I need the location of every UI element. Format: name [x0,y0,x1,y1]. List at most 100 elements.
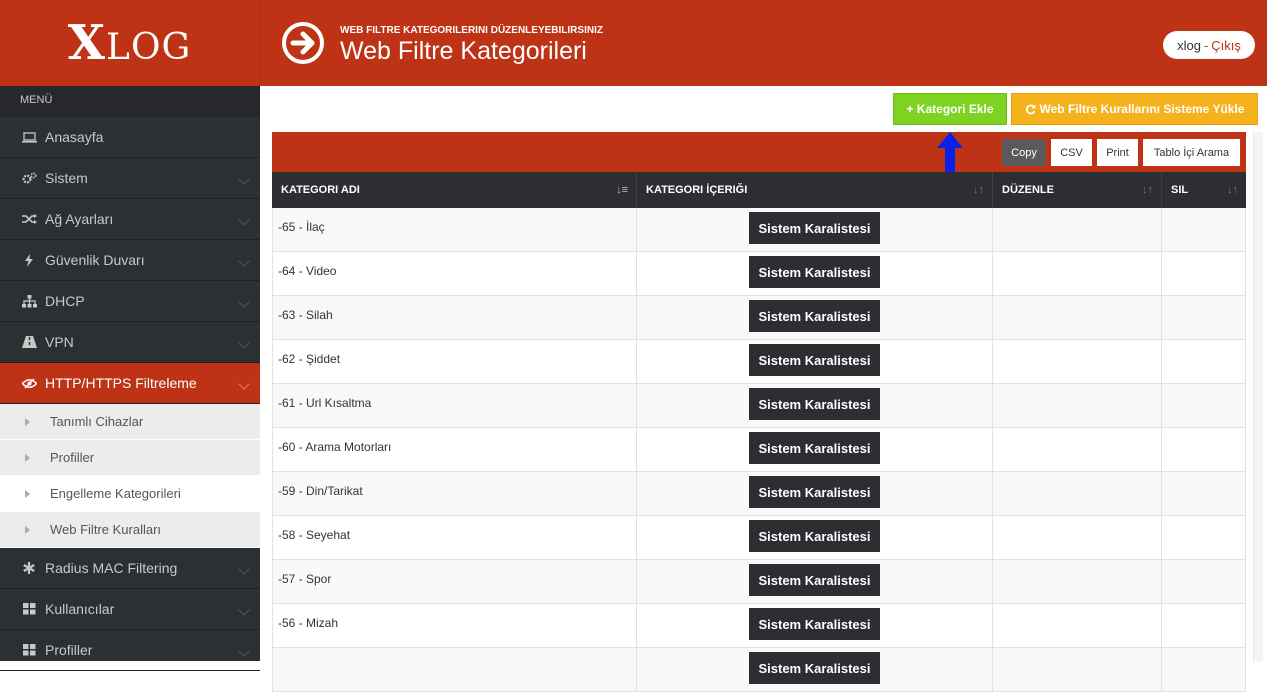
page-title: Web Filtre Kategorileri [340,37,587,65]
arrow-circle-right-icon [282,22,324,64]
add-category-button[interactable]: + Kategori Ekle [893,93,1007,125]
th-large-icon [20,603,38,615]
load-rules-label: Web Filtre Kurallarını Sisteme Yükle [1039,102,1245,116]
column-header-kategori-icerigi[interactable]: KATEGORI İÇERIĞI ↓↑ [637,172,993,208]
sidebar-item-kullanicilar[interactable]: Kullanıcılar [0,589,260,630]
column-header-sil[interactable]: SIL ↓↑ [1162,172,1246,208]
category-name-cell: -58 - Seyehat [272,516,637,560]
table-row: -64 - Video Sistem Karalistesi [272,252,1246,296]
sort-icon: ↓↑ [1142,184,1153,196]
load-rules-button[interactable]: Web Filtre Kurallarını Sisteme Yükle [1011,93,1258,125]
edit-cell [993,560,1162,604]
refresh-icon [1025,104,1036,115]
edit-cell [993,340,1162,384]
category-name-cell: -59 - Din/Tarikat [272,472,637,516]
user-menu-button[interactable]: xlog - Çıkış [1163,31,1255,59]
category-content-cell: Sistem Karalistesi [637,252,993,296]
blacklist-button[interactable]: Sistem Karalistesi [749,652,880,684]
sidebar-item-ag-ayarlari[interactable]: Ağ Ayarları [0,199,260,240]
delete-cell [1162,472,1246,516]
table-row: -62 - Şiddet Sistem Karalistesi [272,340,1246,384]
sidebar-item-radius-mac[interactable]: Radius MAC Filtering [0,548,260,589]
table-row: -57 - Spor Sistem Karalistesi [272,560,1246,604]
logout-link[interactable]: Çıkış [1211,38,1241,53]
blacklist-button[interactable]: Sistem Karalistesi [749,256,880,288]
category-content-cell: Sistem Karalistesi [637,516,993,560]
sidebar-subitem-label: Web Filtre Kuralları [50,522,162,537]
edit-cell [993,516,1162,560]
sidebar-item-anasayfa[interactable]: Anasayfa [0,117,260,158]
column-header-duzenle[interactable]: DÜZENLE ↓↑ [993,172,1162,208]
sidebar-subitem-engelleme-kategorileri[interactable]: Engelleme Kategorileri [0,476,260,512]
column-header-kategori-adi[interactable]: KATEGORI ADI ↓≡ [272,172,637,208]
menu-label: MENÜ [0,86,260,117]
blacklist-button[interactable]: Sistem Karalistesi [749,564,880,596]
copy-button[interactable]: Copy [1002,139,1046,166]
sidebar-item-profiller[interactable]: Profiller [0,630,260,671]
delete-cell [1162,384,1246,428]
category-name-cell: -62 - Şiddet [272,340,637,384]
delete-cell [1162,560,1246,604]
table-row: -56 - Mizah Sistem Karalistesi [272,604,1246,648]
sidebar-subitem-label: Tanımlı Cihazlar [50,414,144,429]
sidebar-item-guvenlik-duvari[interactable]: Güvenlik Duvarı [0,240,260,281]
sidebar-item-label: DHCP [45,293,85,309]
caret-right-icon [25,490,30,498]
column-header-label: SIL [1171,184,1189,196]
edit-cell [993,296,1162,340]
category-name-cell: -60 - Arama Motorları [272,428,637,472]
sidebar-item-label: VPN [45,334,74,350]
category-name-cell: -61 - Url Kısaltma [272,384,637,428]
caret-right-icon [25,418,30,426]
table-search-button[interactable]: Tablo İçi Arama [1143,139,1240,166]
csv-button[interactable]: CSV [1051,139,1092,166]
logo-area[interactable]: XLOG [0,0,260,86]
sidebar-subitem-web-filtre-kurallari[interactable]: Web Filtre Kuralları [0,512,260,548]
delete-cell [1162,516,1246,560]
sidebar-item-dhcp[interactable]: DHCP [0,281,260,322]
delete-cell [1162,428,1246,472]
chevron-down-icon [238,563,250,575]
sidebar-subitem-label: Profiller [50,450,95,465]
blacklist-button[interactable]: Sistem Karalistesi [749,520,880,552]
shuffle-icon [20,213,38,225]
category-content-cell: Sistem Karalistesi [637,208,993,252]
sidebar-item-vpn[interactable]: VPN [0,322,260,363]
category-content-cell: Sistem Karalistesi [637,384,993,428]
sidebar-subitem-tanimli-cihazlar[interactable]: Tanımlı Cihazlar [0,404,260,440]
blacklist-button[interactable]: Sistem Karalistesi [749,388,880,420]
category-content-cell: Sistem Karalistesi [637,340,993,384]
road-icon [20,336,38,348]
sidebar-subitem-profiller[interactable]: Profiller [0,440,260,476]
chevron-down-icon [238,645,250,657]
print-button[interactable]: Print [1097,139,1138,166]
sidebar-item-label: Ağ Ayarları [45,211,114,227]
caret-right-icon [25,454,30,462]
blacklist-button[interactable]: Sistem Karalistesi [749,212,880,244]
scrollbar[interactable] [1253,132,1263,661]
blacklist-button[interactable]: Sistem Karalistesi [749,344,880,376]
blacklist-button[interactable]: Sistem Karalistesi [749,608,880,640]
category-name-cell: -65 - İlaç [272,208,637,252]
edit-cell [993,384,1162,428]
chevron-down-icon [238,604,250,616]
delete-cell [1162,604,1246,648]
column-header-label: KATEGORI ADI [281,184,360,196]
username: xlog [1177,37,1201,53]
category-content-cell: Sistem Karalistesi [637,560,993,604]
chevron-down-icon [238,173,250,185]
blacklist-button[interactable]: Sistem Karalistesi [749,300,880,332]
table-body: -65 - İlaç Sistem Karalistesi -64 - Video S… [272,208,1246,692]
delete-cell [1162,252,1246,296]
blacklist-button[interactable]: Sistem Karalistesi [749,432,880,464]
bolt-icon [20,253,38,267]
table-row: Sistem Karalistesi [272,648,1246,692]
edit-cell [993,252,1162,296]
table-row: -65 - İlaç Sistem Karalistesi [272,208,1246,252]
sidebar-item-sistem[interactable]: Sistem [0,158,260,199]
add-category-label: + Kategori Ekle [906,102,994,116]
sidebar-item-http-filtreleme[interactable]: HTTP/HTTPS Filtreleme [0,363,260,404]
blacklist-button[interactable]: Sistem Karalistesi [749,476,880,508]
delete-cell [1162,340,1246,384]
sort-icon: ↓↑ [1227,184,1238,196]
